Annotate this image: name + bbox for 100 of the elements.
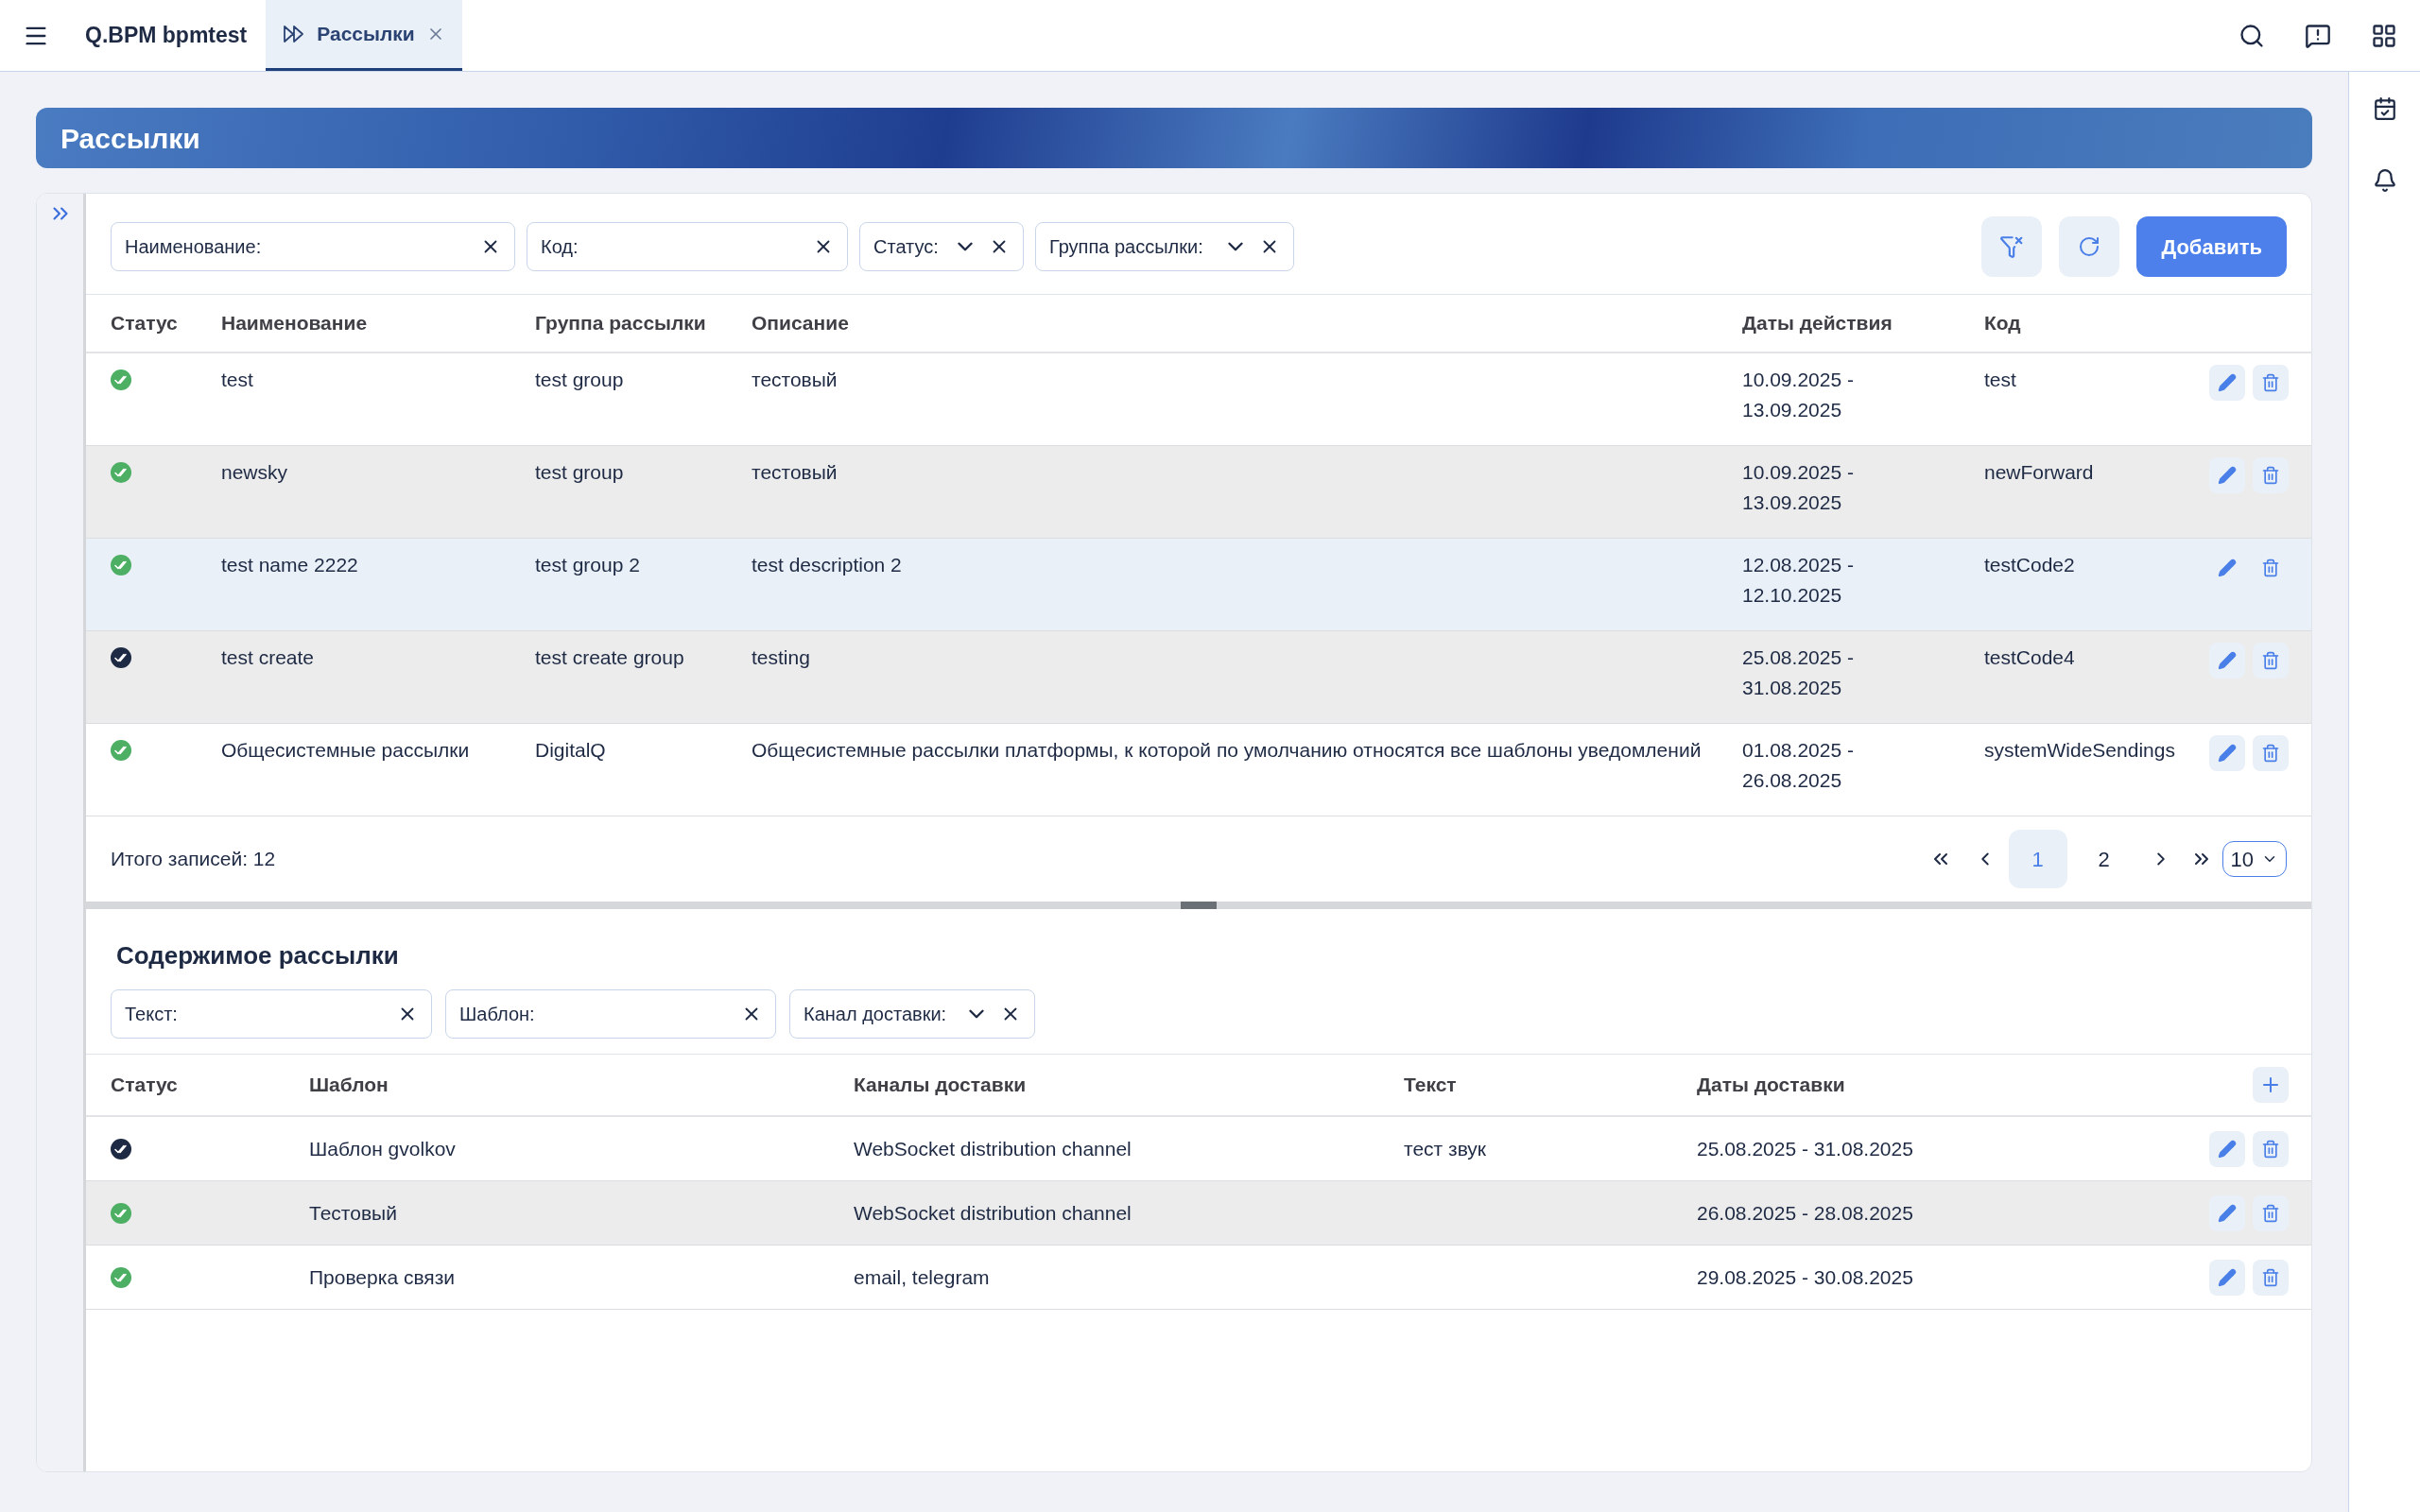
edit-button[interactable] [2209, 1194, 2245, 1231]
refresh-button[interactable] [2059, 216, 2120, 277]
refresh-icon [2078, 235, 2101, 258]
table-cell-text: 12.08.2025 - 12.10.2025 [1742, 553, 1855, 608]
table-cell-text: testCode4 [1984, 645, 2076, 670]
delete-button[interactable] [2253, 643, 2289, 679]
table-cell-text: WebSocket distribution channel [854, 1200, 1132, 1226]
table-cell-text: DigitalQ [535, 738, 607, 763]
table-cell-text: newsky [221, 460, 289, 485]
column-header: Шаблон [309, 1073, 389, 1098]
filter-select[interactable]: Канал доставки: [789, 989, 1035, 1039]
delete-button[interactable] [2253, 1194, 2289, 1231]
add-row-button[interactable] [2253, 1067, 2289, 1103]
clear-filters-button[interactable] [1981, 216, 2043, 277]
table-cell-text: testing [752, 645, 811, 670]
table-cell-text: 01.08.2025 - 26.08.2025 [1742, 738, 1855, 793]
trash-icon [2261, 744, 2280, 763]
trash-icon [2261, 1203, 2280, 1223]
table-cell-text: 25.08.2025 - 31.08.2025 [1742, 645, 1855, 700]
column-header: Даты доставки [1697, 1073, 1846, 1098]
column-header: Наименование [221, 311, 369, 336]
filter-select[interactable]: Статус: [859, 222, 1024, 271]
table-cell-text: Общесистемные рассылки платформы, к которой по умолчанию относятся все шаблоны уведомлений [752, 738, 1703, 763]
table-cell-text: тест звук [1404, 1136, 1488, 1161]
table-cell-text: Проверка связи [309, 1264, 457, 1290]
table-cell-text: test group [535, 460, 625, 485]
filter-select[interactable]: Группа рассылки: [1035, 222, 1294, 271]
table-cell-text: test group [535, 368, 625, 392]
table-cell-text: newForward [1984, 460, 2095, 485]
trash-icon [2261, 466, 2280, 485]
table-cell-text: 10.09.2025 - 13.09.2025 [1742, 368, 1855, 422]
delete-button[interactable] [2253, 1130, 2289, 1167]
table-cell-text: Шаблон gvolkov [309, 1136, 457, 1161]
column-header: Каналы доставки [854, 1073, 1028, 1098]
table-cell-text: test [221, 368, 254, 392]
table-row[interactable]: newsky test group тестовый 10.09.2025 - 13.09.2025 newForward [86, 446, 2311, 539]
pencil-icon [2218, 558, 2237, 577]
table-cell-text: test [1984, 368, 2017, 392]
table-row[interactable]: test name 2222 test group 2 test description 2 12.08.2025 - 12.10.2025 testCode2 [86, 539, 2311, 631]
feedback-icon[interactable] [2305, 22, 2331, 49]
table-row[interactable]: Тестовый WebSocket distribution channel 26.08.2025 - 28.08.2025 [86, 1181, 2311, 1246]
table-cell-text: Тестовый [309, 1200, 398, 1226]
filter-field[interactable]: Код: [527, 222, 848, 271]
edit-button[interactable] [2209, 643, 2245, 679]
pencil-icon [2218, 373, 2237, 392]
delete-button[interactable] [2253, 735, 2289, 771]
pencil-icon [2218, 744, 2237, 763]
table-cell-text: WebSocket distribution channel [854, 1136, 1132, 1161]
edit-button[interactable] [2209, 1130, 2245, 1167]
add-button[interactable]: Добавить [2136, 216, 2287, 277]
page-title: Рассылки [60, 121, 200, 156]
trash-icon [2261, 651, 2280, 670]
table-cell-text: systemWideSendings [1984, 738, 2176, 763]
pencil-icon [2218, 1267, 2237, 1287]
bell-icon[interactable] [2372, 168, 2397, 193]
app-title: Q.BPM bpmtest [84, 22, 249, 50]
section-title: Содержимое рассылки [116, 941, 399, 970]
table-cell-text: 29.08.2025 - 30.08.2025 [1697, 1264, 1914, 1290]
table-cell-text: test name 2222 [221, 553, 359, 577]
table-cell-text: email, telegram [854, 1264, 991, 1290]
table-cell-text: 26.08.2025 - 28.08.2025 [1697, 1200, 1914, 1226]
apps-grid-icon[interactable] [2371, 22, 2397, 49]
calendar-check-icon[interactable] [2372, 96, 2397, 121]
trash-icon [2261, 1139, 2280, 1159]
column-header: Статус [111, 311, 179, 336]
column-header: Код [1984, 311, 2022, 336]
column-header: Описание [752, 311, 850, 336]
filter-field[interactable]: Шаблон: [445, 989, 776, 1039]
trash-icon [2261, 373, 2280, 392]
page-size-select[interactable]: 10 [2221, 841, 2287, 877]
table-cell-text: test create [221, 645, 316, 670]
edit-button[interactable] [2209, 457, 2245, 493]
column-header: Текст [1404, 1073, 1458, 1098]
column-header: Статус [111, 1073, 179, 1098]
pencil-icon [2218, 1139, 2237, 1159]
tab[interactable]: Рассылки [266, 0, 462, 71]
edit-button[interactable] [2209, 735, 2245, 771]
delete-button[interactable] [2253, 365, 2289, 401]
pencil-icon [2218, 1203, 2237, 1223]
page-button[interactable]: 2 [2074, 830, 2134, 888]
edit-button[interactable] [2209, 365, 2245, 401]
double-play-icon [283, 25, 306, 43]
edit-button[interactable] [2209, 1259, 2245, 1296]
total-records: Итого записей: 12 [111, 847, 276, 872]
trash-icon [2261, 558, 2280, 577]
column-header: Группа рассылки [535, 311, 707, 336]
table-cell-text: тестовый [752, 460, 838, 485]
delete-button[interactable] [2253, 1259, 2289, 1296]
table-row[interactable]: test create test create group testing 25.08.2025 - 31.08.2025 testCode4 [86, 631, 2311, 724]
trash-icon [2261, 1267, 2280, 1287]
table-cell-text: test group 2 [535, 553, 641, 577]
table-cell-text: Общесистемные рассылки [221, 738, 471, 763]
delete-button[interactable] [2253, 457, 2289, 493]
table-cell-text: 25.08.2025 - 31.08.2025 [1697, 1136, 1914, 1161]
column-header: Даты действия [1742, 311, 1893, 336]
filter-field[interactable]: Наименование: [111, 222, 515, 271]
search-icon[interactable] [2238, 22, 2265, 49]
pencil-icon [2218, 651, 2237, 670]
filter-field[interactable]: Текст: [111, 989, 432, 1039]
table-cell-text: тестовый [752, 368, 838, 392]
